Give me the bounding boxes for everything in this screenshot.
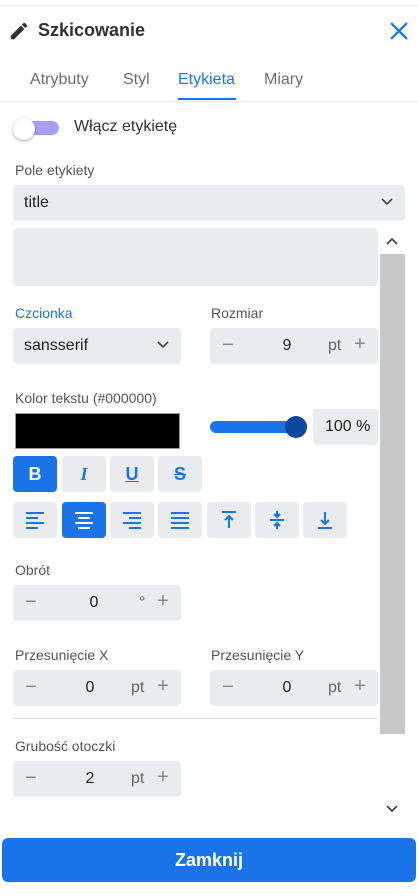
section-divider	[13, 718, 378, 719]
align-right-icon	[123, 512, 141, 529]
italic-button[interactable]: I	[62, 456, 106, 492]
halo-value[interactable]: 2	[79, 770, 101, 788]
valign-bottom-icon	[318, 512, 332, 529]
offset-y-value[interactable]: 0	[276, 679, 298, 697]
valign-middle-button[interactable]	[255, 502, 299, 538]
panel-title: Szkicowanie	[38, 20, 146, 40]
align-right-button[interactable]	[110, 502, 154, 538]
tab-bar: Atrybuty Styl Etykieta Miary	[0, 58, 418, 102]
align-center-icon	[75, 512, 93, 529]
label-field-select[interactable]: title	[13, 185, 405, 221]
align-justify-button[interactable]	[158, 502, 202, 538]
strikethrough-button[interactable]: S	[158, 456, 202, 492]
halo-width-label: Grubość otoczki	[15, 738, 116, 754]
tab-etykieta[interactable]: Etykieta	[178, 71, 235, 89]
enable-label-text: Włącz etykietę	[74, 118, 178, 135]
font-value: sansserif	[24, 337, 89, 354]
size-unit: pt	[328, 337, 342, 354]
offset-x-increment-button[interactable]: +	[153, 675, 173, 698]
offset-x-decrement-button[interactable]: −	[21, 676, 41, 699]
close-panel-label: Zamknij	[174, 849, 244, 870]
chevron-down-icon	[157, 341, 169, 349]
halo-increment-button[interactable]: +	[153, 766, 173, 789]
valign-bottom-button[interactable]	[303, 502, 347, 538]
scroll-up-icon[interactable]	[382, 232, 402, 250]
halo-unit: pt	[131, 770, 145, 787]
size-decrement-button[interactable]: −	[218, 334, 238, 357]
scroll-down-icon[interactable]	[382, 800, 402, 818]
offset-y-stepper: − 0 pt +	[210, 670, 378, 706]
offset-x-unit: pt	[131, 679, 145, 696]
rotation-increment-button[interactable]: +	[153, 590, 173, 613]
underline-button[interactable]: U	[110, 456, 154, 492]
tab-miary[interactable]: Miary	[264, 71, 303, 89]
rotation-unit: °	[139, 594, 146, 611]
offset-y-decrement-button[interactable]: −	[218, 676, 238, 699]
offset-x-stepper: − 0 pt +	[13, 670, 181, 706]
size-stepper: − 9 pt +	[210, 328, 378, 364]
label-expression-textarea[interactable]	[13, 228, 378, 286]
halo-decrement-button[interactable]: −	[21, 767, 41, 790]
opacity-input[interactable]: 100 %	[313, 409, 378, 445]
halo-width-stepper: − 2 pt +	[13, 761, 181, 797]
active-tab-indicator	[178, 98, 236, 100]
rotation-value[interactable]: 0	[83, 594, 105, 612]
close-panel-button[interactable]: Zamknij	[2, 838, 416, 882]
tab-styl[interactable]: Styl	[123, 71, 150, 89]
bold-button[interactable]: B	[13, 456, 57, 492]
scrollbar-thumb[interactable]	[380, 254, 405, 734]
label-field-value: title	[24, 194, 49, 211]
label-field-label: Pole etykiety	[15, 162, 95, 178]
text-color-label: Kolor tekstu (#000000)	[15, 390, 157, 406]
font-select[interactable]: sansserif	[13, 328, 181, 364]
size-value[interactable]: 9	[276, 337, 298, 355]
enable-label-toggle[interactable]	[13, 118, 59, 140]
offset-y-label: Przesunięcie Y	[211, 647, 305, 663]
align-justify-icon	[171, 512, 189, 529]
offset-y-unit: pt	[328, 679, 342, 696]
rotation-decrement-button[interactable]: −	[21, 591, 41, 614]
strikethrough-icon: S	[173, 463, 186, 484]
align-left-button[interactable]	[13, 502, 57, 538]
text-color-swatch[interactable]	[15, 413, 180, 449]
tab-atrybuty[interactable]: Atrybuty	[30, 71, 89, 89]
opacity-value: 100 %	[325, 418, 371, 435]
italic-icon: I	[80, 463, 88, 484]
valign-top-icon	[222, 511, 236, 528]
valign-top-button[interactable]	[207, 502, 251, 538]
opacity-slider-handle[interactable]	[285, 416, 307, 438]
pencil-icon	[10, 22, 28, 40]
rotation-stepper: − 0 ° +	[13, 585, 181, 621]
chevron-down-icon	[381, 198, 393, 206]
font-label: Czcionka	[15, 305, 73, 321]
offset-x-label: Przesunięcie X	[15, 647, 109, 663]
bold-icon: B	[28, 463, 42, 484]
close-icon[interactable]	[388, 20, 410, 42]
toggle-knob	[13, 118, 35, 140]
underline-icon: U	[125, 463, 139, 484]
align-left-icon	[26, 512, 44, 529]
size-label: Rozmiar	[211, 305, 264, 321]
offset-y-increment-button[interactable]: +	[350, 675, 370, 698]
size-increment-button[interactable]: +	[350, 333, 370, 356]
rotation-label: Obrót	[15, 562, 51, 578]
offset-x-value[interactable]: 0	[79, 679, 101, 697]
panel-header: Szkicowanie	[0, 5, 418, 50]
valign-middle-icon	[270, 511, 284, 529]
align-center-button[interactable]	[62, 502, 106, 538]
